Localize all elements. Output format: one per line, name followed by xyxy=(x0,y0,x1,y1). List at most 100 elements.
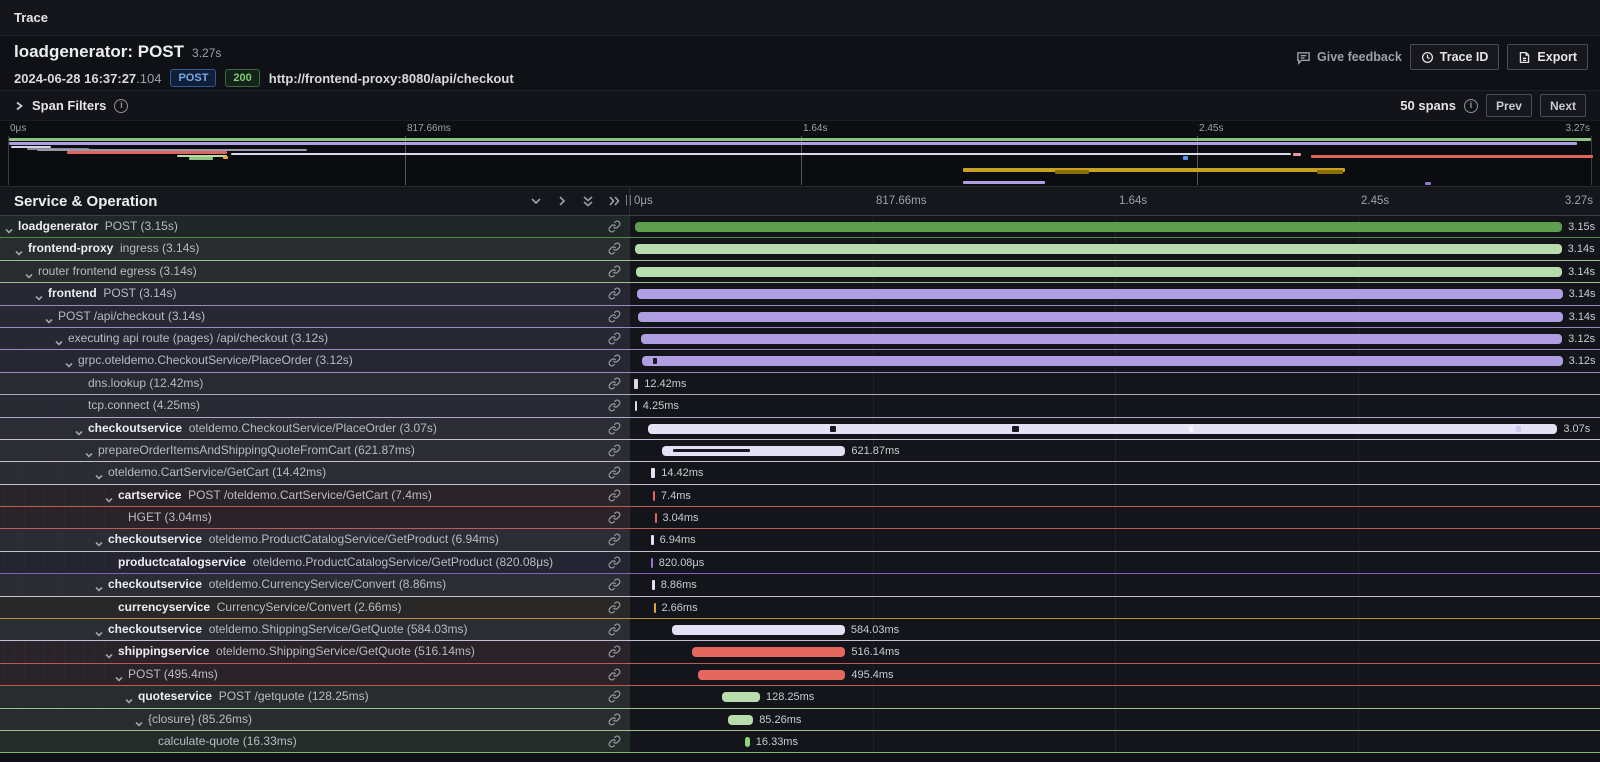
span-row[interactable]: prepareOrderItemsAndShippingQuoteFromCar… xyxy=(0,440,1600,462)
span-name-cell[interactable]: router frontend egress (3.14s) xyxy=(0,261,630,282)
span-bar[interactable] xyxy=(651,468,655,478)
span-link-icon[interactable] xyxy=(608,690,621,707)
span-link-icon[interactable] xyxy=(608,601,621,618)
span-row[interactable]: grpc.oteldemo.CheckoutService/PlaceOrder… xyxy=(0,350,1600,372)
span-name-cell[interactable]: calculate-quote (16.33ms) xyxy=(0,731,630,752)
span-link-icon[interactable] xyxy=(608,377,621,394)
span-bar[interactable] xyxy=(641,334,1563,344)
expand-children-icon[interactable] xyxy=(556,195,568,207)
next-button[interactable]: Next xyxy=(1540,94,1586,117)
row-expander-chevron-icon[interactable] xyxy=(44,313,54,327)
row-expander-chevron-icon[interactable] xyxy=(34,290,44,304)
span-link-icon[interactable] xyxy=(608,556,621,573)
span-link-icon[interactable] xyxy=(608,533,621,550)
span-bar[interactable] xyxy=(651,558,653,568)
span-name-cell[interactable]: grpc.oteldemo.CheckoutService/PlaceOrder… xyxy=(0,350,630,371)
span-bar[interactable] xyxy=(672,625,845,635)
span-bar[interactable] xyxy=(635,401,637,411)
row-expander-chevron-icon[interactable] xyxy=(54,335,64,349)
span-link-icon[interactable] xyxy=(608,242,621,259)
span-link-icon[interactable] xyxy=(608,287,621,304)
span-name-cell[interactable]: oteldemo.CartService/GetCart (14.42ms) xyxy=(0,462,630,483)
span-row[interactable]: frontend POST (3.14s)3.14s xyxy=(0,283,1600,305)
span-row[interactable]: frontend-proxy ingress (3.14s)3.14s xyxy=(0,238,1600,260)
span-row[interactable]: tcp.connect (4.25ms)4.25ms xyxy=(0,395,1600,417)
span-bar[interactable] xyxy=(745,737,750,747)
span-row[interactable]: dns.lookup (12.42ms)12.42ms xyxy=(0,373,1600,395)
trace-id-button[interactable]: Trace ID xyxy=(1410,44,1500,70)
span-row[interactable]: POST /api/checkout (3.14s)3.14s xyxy=(0,306,1600,328)
span-name-cell[interactable]: checkoutservice oteldemo.ProductCatalogS… xyxy=(0,529,630,550)
span-row[interactable]: router frontend egress (3.14s)3.14s xyxy=(0,261,1600,283)
row-expander-chevron-icon[interactable] xyxy=(104,648,114,662)
span-link-icon[interactable] xyxy=(608,511,621,528)
span-bar[interactable] xyxy=(698,670,845,680)
trace-minimap[interactable]: 0μs817.66ms1.64s2.45s3.27s xyxy=(0,121,1600,187)
span-name-cell[interactable]: POST /api/checkout (3.14s) xyxy=(0,306,630,327)
span-bar[interactable] xyxy=(654,603,656,613)
span-link-icon[interactable] xyxy=(608,444,621,461)
span-link-icon[interactable] xyxy=(608,422,621,439)
span-bar[interactable] xyxy=(728,715,753,725)
collapse-children-icon[interactable] xyxy=(530,195,542,207)
span-bar[interactable] xyxy=(634,379,638,389)
span-name-cell[interactable]: frontend-proxy ingress (3.14s) xyxy=(0,238,630,259)
span-name-cell[interactable]: quoteservice POST /getquote (128.25ms) xyxy=(0,686,630,707)
span-name-cell[interactable]: tcp.connect (4.25ms) xyxy=(0,395,630,416)
span-link-icon[interactable] xyxy=(608,645,621,662)
span-name-cell[interactable]: {closure} (85.26ms) xyxy=(0,709,630,730)
collapse-all-icon[interactable] xyxy=(582,195,594,208)
span-link-icon[interactable] xyxy=(608,623,621,640)
span-bar[interactable] xyxy=(722,692,760,702)
span-row[interactable]: quoteservice POST /getquote (128.25ms)12… xyxy=(0,686,1600,708)
row-expander-chevron-icon[interactable] xyxy=(4,223,14,237)
span-bar[interactable] xyxy=(635,244,1561,254)
span-link-icon[interactable] xyxy=(608,220,621,237)
span-link-icon[interactable] xyxy=(608,489,621,506)
span-row[interactable]: productcatalogservice oteldemo.ProductCa… xyxy=(0,552,1600,574)
span-name-cell[interactable]: POST (495.4ms) xyxy=(0,664,630,685)
export-button[interactable]: Export xyxy=(1507,44,1588,70)
span-row[interactable]: HGET (3.04ms)3.04ms xyxy=(0,507,1600,529)
row-expander-chevron-icon[interactable] xyxy=(114,671,124,685)
span-row[interactable]: checkoutservice oteldemo.ShippingService… xyxy=(0,619,1600,641)
span-name-cell[interactable]: shippingservice oteldemo.ShippingService… xyxy=(0,641,630,662)
span-name-cell[interactable]: checkoutservice oteldemo.ShippingService… xyxy=(0,619,630,640)
span-link-icon[interactable] xyxy=(608,332,621,349)
span-bar[interactable] xyxy=(652,580,655,590)
expand-all-icon[interactable] xyxy=(608,195,621,207)
give-feedback-link[interactable]: Give feedback xyxy=(1296,50,1402,65)
row-expander-chevron-icon[interactable] xyxy=(64,357,74,371)
span-bar[interactable] xyxy=(653,491,655,501)
row-expander-chevron-icon[interactable] xyxy=(14,245,24,259)
span-link-icon[interactable] xyxy=(608,668,621,685)
span-row[interactable]: loadgenerator POST (3.15s)3.15s xyxy=(0,216,1600,238)
span-bar[interactable] xyxy=(638,312,1562,322)
span-name-cell[interactable]: loadgenerator POST (3.15s) xyxy=(0,216,630,237)
span-row[interactable]: {closure} (85.26ms)85.26ms xyxy=(0,709,1600,731)
span-link-icon[interactable] xyxy=(608,466,621,483)
row-expander-chevron-icon[interactable] xyxy=(74,425,84,439)
span-link-icon[interactable] xyxy=(608,578,621,595)
row-expander-chevron-icon[interactable] xyxy=(104,492,114,506)
span-row[interactable]: shippingservice oteldemo.ShippingService… xyxy=(0,641,1600,663)
row-expander-chevron-icon[interactable] xyxy=(84,447,94,461)
span-bar[interactable] xyxy=(662,446,845,456)
row-expander-chevron-icon[interactable] xyxy=(94,536,104,550)
row-expander-chevron-icon[interactable] xyxy=(24,268,34,282)
span-link-icon[interactable] xyxy=(608,354,621,371)
span-name-cell[interactable]: dns.lookup (12.42ms) xyxy=(0,373,630,394)
span-bar[interactable] xyxy=(637,289,1562,299)
span-row[interactable]: POST (495.4ms)495.4ms xyxy=(0,664,1600,686)
span-bar[interactable] xyxy=(648,424,1557,434)
span-bar[interactable] xyxy=(642,356,1563,366)
span-row[interactable]: checkoutservice oteldemo.ProductCatalogS… xyxy=(0,529,1600,551)
span-name-cell[interactable]: executing api route (pages) /api/checkou… xyxy=(0,328,630,349)
span-row[interactable]: executing api route (pages) /api/checkou… xyxy=(0,328,1600,350)
row-expander-chevron-icon[interactable] xyxy=(94,626,104,640)
span-name-cell[interactable]: frontend POST (3.14s) xyxy=(0,283,630,304)
span-name-cell[interactable]: checkoutservice oteldemo.CurrencyService… xyxy=(0,574,630,595)
prev-button[interactable]: Prev xyxy=(1486,94,1532,117)
span-name-cell[interactable]: cartservice POST /oteldemo.CartService/G… xyxy=(0,485,630,506)
span-bar[interactable] xyxy=(635,222,1562,232)
